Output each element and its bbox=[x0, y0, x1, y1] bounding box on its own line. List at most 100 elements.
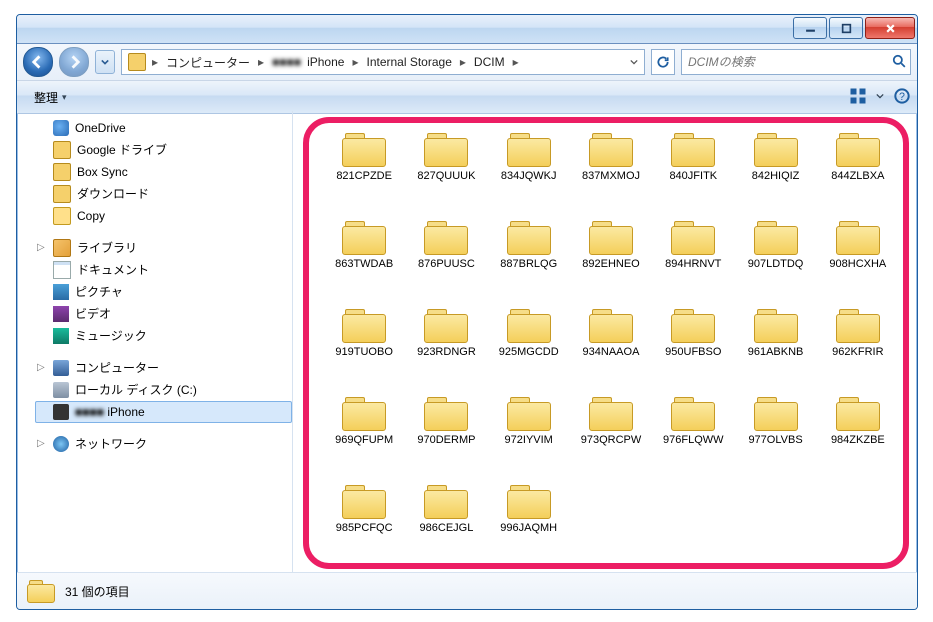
folder-label: 984ZKZBE bbox=[831, 433, 885, 447]
folder-item[interactable]: 950UFBSO bbox=[652, 301, 734, 389]
folder-icon bbox=[342, 131, 386, 167]
folder-item[interactable]: 970DERMP bbox=[405, 389, 487, 477]
crumb-device[interactable]: iPhone bbox=[307, 51, 350, 73]
folder-item[interactable]: 925MGCDD bbox=[488, 301, 570, 389]
folder-grid[interactable]: 821CPZDE 827QUUUK 834JQWKJ 837MXMOJ 840J… bbox=[323, 125, 899, 563]
back-button[interactable] bbox=[23, 47, 53, 77]
folder-icon bbox=[128, 53, 146, 71]
folder-icon bbox=[754, 395, 798, 431]
folder-label: 976FLQWW bbox=[663, 433, 724, 447]
sidebar-item-selected[interactable]: ■■■■ iPhone bbox=[35, 401, 292, 423]
sidebar-item[interactable]: ビデオ bbox=[35, 303, 292, 325]
sidebar-item[interactable]: ミュージック bbox=[35, 325, 292, 347]
folder-icon bbox=[589, 307, 633, 343]
address-dropdown[interactable] bbox=[626, 58, 642, 66]
help-icon[interactable]: ? bbox=[893, 87, 911, 105]
folder-item[interactable]: 986CEJGL bbox=[405, 477, 487, 565]
folder-item[interactable]: 996JAQMH bbox=[488, 477, 570, 565]
folder-label: 834JQWKJ bbox=[501, 169, 557, 183]
folder-label: 919TUOBO bbox=[335, 345, 392, 359]
folder-item[interactable]: 976FLQWW bbox=[652, 389, 734, 477]
folder-item[interactable]: 962KFRIR bbox=[817, 301, 899, 389]
folder-label: 821CPZDE bbox=[336, 169, 392, 183]
refresh-icon bbox=[656, 55, 670, 69]
sidebar-item[interactable]: Copy bbox=[35, 205, 292, 227]
sidebar-item[interactable]: OneDrive bbox=[35, 117, 292, 139]
folder-item[interactable]: 842HIQIZ bbox=[734, 125, 816, 213]
folder-item[interactable]: 977OLVBS bbox=[734, 389, 816, 477]
folder-item[interactable]: 863TWDAB bbox=[323, 213, 405, 301]
nav-row: ▸ コンピューター ▸ ■■■■ iPhone ▸ Internal Stora… bbox=[17, 44, 917, 81]
sidebar-item-label: ■■■■ iPhone bbox=[75, 403, 145, 421]
crumb-device-hidden[interactable]: ■■■■ bbox=[266, 51, 307, 73]
folder-item[interactable]: 973QRCPW bbox=[570, 389, 652, 477]
sidebar-item[interactable]: Box Sync bbox=[35, 161, 292, 183]
folder-item[interactable]: 892EHNEO bbox=[570, 213, 652, 301]
pic-icon bbox=[53, 284, 69, 300]
folder-icon bbox=[671, 131, 715, 167]
toolbar: 整理 ▾ ? bbox=[17, 81, 917, 114]
organize-button[interactable]: 整理 ▾ bbox=[25, 86, 76, 109]
minimize-button[interactable] bbox=[793, 17, 827, 39]
search-box[interactable] bbox=[681, 49, 911, 75]
folder-item[interactable]: 894HRNVT bbox=[652, 213, 734, 301]
address-bar[interactable]: ▸ コンピューター ▸ ■■■■ iPhone ▸ Internal Stora… bbox=[121, 49, 645, 75]
maximize-button[interactable] bbox=[829, 17, 863, 39]
sidebar-computer[interactable]: ▷ コンピューター bbox=[35, 357, 292, 379]
folder-label: 840JFITK bbox=[669, 169, 717, 183]
folder-label: 863TWDAB bbox=[335, 257, 393, 271]
view-icon[interactable] bbox=[849, 87, 867, 105]
folder-item[interactable]: 834JQWKJ bbox=[488, 125, 570, 213]
folder-item[interactable]: 934NAAOA bbox=[570, 301, 652, 389]
folder-item[interactable]: 984ZKZBE bbox=[817, 389, 899, 477]
search-input[interactable] bbox=[686, 54, 892, 70]
folder-icon bbox=[836, 219, 880, 255]
folder-label: 950UFBSO bbox=[665, 345, 721, 359]
folder-item[interactable]: 876PUUSC bbox=[405, 213, 487, 301]
sidebar: OneDrive Google ドライブ Box Sync ダウンロード Cop… bbox=[17, 111, 293, 573]
folder-label: 985PCFQC bbox=[336, 521, 393, 535]
folder-item[interactable]: 907LDTDQ bbox=[734, 213, 816, 301]
folder-item[interactable]: 844ZLBXA bbox=[817, 125, 899, 213]
folder-item[interactable]: 923RDNGR bbox=[405, 301, 487, 389]
crumb-computer[interactable]: コンピューター bbox=[160, 51, 256, 73]
folder-item[interactable]: 827QUUUK bbox=[405, 125, 487, 213]
close-button[interactable] bbox=[865, 17, 915, 39]
folder-item[interactable]: 887BRLQG bbox=[488, 213, 570, 301]
folder-icon bbox=[754, 219, 798, 255]
sidebar-item[interactable]: ドキュメント bbox=[35, 259, 292, 281]
crumb-dcim[interactable]: DCIM bbox=[468, 51, 511, 73]
folder-item[interactable]: 919TUOBO bbox=[323, 301, 405, 389]
crumb-internal[interactable]: Internal Storage bbox=[360, 51, 457, 73]
folder-item[interactable]: 821CPZDE bbox=[323, 125, 405, 213]
sidebar-item-label: OneDrive bbox=[75, 119, 126, 137]
hdd-icon bbox=[53, 382, 69, 398]
sidebar-item-label: Copy bbox=[77, 207, 105, 225]
folder-item[interactable]: 985PCFQC bbox=[323, 477, 405, 565]
folder-item[interactable]: 969QFUPM bbox=[323, 389, 405, 477]
sidebar-item[interactable]: ピクチャ bbox=[35, 281, 292, 303]
folder-item[interactable]: 908HCXHA bbox=[817, 213, 899, 301]
folder-icon bbox=[27, 579, 55, 603]
view-dropdown[interactable] bbox=[875, 87, 885, 105]
sidebar-item[interactable]: ローカル ディスク (C:) bbox=[35, 379, 292, 401]
chevron-down-icon: ▾ bbox=[62, 92, 67, 103]
vid-icon bbox=[53, 306, 69, 322]
refresh-button[interactable] bbox=[651, 49, 675, 75]
folder-item[interactable]: 837MXMOJ bbox=[570, 125, 652, 213]
folder-item[interactable]: 972IYVIM bbox=[488, 389, 570, 477]
folder-item[interactable]: 961ABKNB bbox=[734, 301, 816, 389]
history-dropdown[interactable] bbox=[95, 50, 115, 74]
forward-button[interactable] bbox=[59, 47, 89, 77]
maximize-icon bbox=[841, 23, 852, 34]
sidebar-network[interactable]: ▷ ネットワーク bbox=[35, 433, 292, 455]
folder-label: 907LDTDQ bbox=[748, 257, 804, 271]
sidebar-item[interactable]: ダウンロード bbox=[35, 183, 292, 205]
folder-icon bbox=[754, 131, 798, 167]
sidebar-item[interactable]: Google ドライブ bbox=[35, 139, 292, 161]
sidebar-item-label: ネットワーク bbox=[75, 435, 147, 453]
explorer-window: ▸ コンピューター ▸ ■■■■ iPhone ▸ Internal Stora… bbox=[16, 14, 918, 610]
folder-item[interactable]: 840JFITK bbox=[652, 125, 734, 213]
sidebar-libraries[interactable]: ▷ ライブラリ bbox=[35, 237, 292, 259]
folder-label: 923RDNGR bbox=[417, 345, 476, 359]
